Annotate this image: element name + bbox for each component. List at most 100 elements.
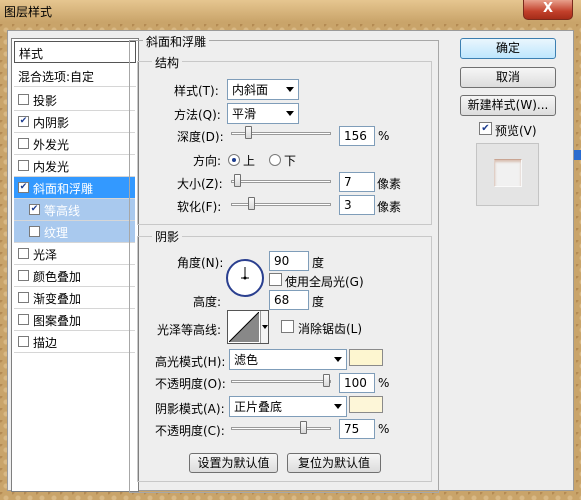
highlight-opacity-thumb[interactable] [323,374,330,387]
style-item-checkbox[interactable] [18,292,29,303]
direction-up-radio[interactable] [228,154,240,166]
style-label: 样式(T): [174,84,219,98]
highlight-opacity-track[interactable] [231,380,331,383]
style-select-value: 内斜面 [232,83,269,97]
shadow-opacity-unit: % [378,422,390,436]
depth-label: 深度(D): [177,130,224,144]
ok-button[interactable]: 确定 [460,38,556,59]
preview-checkbox[interactable]: ✔ [479,122,492,135]
style-item-8[interactable]: 颜色叠加 [14,265,135,287]
new-style-button[interactable]: 新建样式(W)... [460,95,556,116]
style-item-6[interactable]: 纹理 [14,221,135,243]
chevron-down-icon [334,357,342,362]
gloss-contour-label: 光泽等高线: [157,323,222,337]
shadow-mode-select[interactable]: 正片叠底 [229,396,347,417]
soften-unit: 像素 [377,200,402,214]
style-select[interactable]: 内斜面 [227,79,299,100]
contour-dropdown[interactable] [260,311,268,343]
style-item-3[interactable]: 内发光 [14,155,135,177]
style-item-label: 投影 [33,94,58,108]
styles-header-label: 样式 [19,47,44,61]
title-bar[interactable] [0,0,581,22]
shadow-mode-value: 正片叠底 [234,400,283,414]
style-item-checkbox[interactable] [18,270,29,281]
angle-dial[interactable] [225,258,265,298]
style-item-2[interactable]: 外发光 [14,133,135,155]
style-item-7[interactable]: 光泽 [14,243,135,265]
shadow-opacity-track[interactable] [231,427,331,430]
style-item-0[interactable]: 投影 [14,89,135,111]
make-default-button[interactable]: 设置为默认值 [189,453,278,473]
cancel-button[interactable]: 取消 [460,67,556,88]
highlight-mode-select[interactable]: 滤色 [229,349,347,370]
soften-label: 软化(F): [177,200,222,214]
style-item-11[interactable]: 描边 [14,331,135,353]
style-item-label: 纹理 [44,226,69,240]
technique-select[interactable]: 平滑 [227,103,299,124]
angle-label: 角度(N): [177,256,224,270]
close-button[interactable]: X [523,0,573,20]
style-item-checkbox[interactable] [18,248,29,259]
shadow-opacity-label: 不透明度(C): [155,424,225,438]
style-item-checkbox[interactable] [18,138,29,149]
style-item-label: 描边 [33,336,58,350]
altitude-unit: 度 [312,295,325,309]
size-input[interactable]: 7 [339,172,375,192]
style-item-1[interactable]: ✔ 内阴影 [14,111,135,133]
styles-list-panel: 样式 混合选项:自定 投影 ✔ 内阴影 外发光内发光 ✔ 斜面和浮雕 ✔ 等高线纹理光泽 颜色叠… [11,38,139,492]
shadow-color-swatch[interactable] [349,396,383,413]
shadow-opacity-input[interactable]: 75 [339,419,375,439]
bevel-section-title: 斜面和浮雕 [143,33,210,50]
size-unit: 像素 [377,177,402,191]
style-item-label: 斜面和浮雕 [33,182,94,196]
technique-select-value: 平滑 [232,107,257,121]
style-item-label: 图案叠加 [33,314,82,328]
soften-input[interactable]: 3 [339,195,375,215]
style-item-label: 渐变叠加 [33,292,82,306]
styles-header[interactable]: 样式 [14,41,136,63]
shadow-opacity-thumb[interactable] [300,421,307,434]
blend-options-label: 混合选项:自定 [18,70,95,84]
highlight-color-swatch[interactable] [349,349,383,366]
check-icon: ✔ [481,123,490,134]
style-item-5[interactable]: ✔ 等高线 [14,199,135,221]
size-slider-track[interactable] [231,180,331,183]
highlight-opacity-input[interactable]: 100 [339,373,375,393]
chevron-down-icon [262,325,268,329]
shadow-mode-label: 阴影模式(A): [155,402,225,416]
style-item-9[interactable]: 渐变叠加 [14,287,135,309]
depth-unit: % [378,129,390,143]
style-item-10[interactable]: 图案叠加 [14,309,135,331]
direction-up-label: 上 [243,154,256,168]
soften-slider-track[interactable] [231,203,331,206]
style-item-checkbox[interactable] [18,160,29,171]
depth-input[interactable]: 156 [339,126,375,146]
style-item-checkbox[interactable] [29,226,40,237]
depth-slider-thumb[interactable] [245,126,253,139]
blend-options-item[interactable]: 混合选项:自定 [14,65,136,87]
size-slider-thumb[interactable] [233,174,241,187]
angle-input[interactable]: 90 [269,251,309,271]
direction-down-radio[interactable] [269,154,281,166]
altitude-input[interactable]: 68 [269,290,309,310]
gloss-contour-picker[interactable] [227,310,269,344]
style-item-checkbox[interactable]: ✔ [18,182,29,193]
style-item-checkbox[interactable] [18,336,29,347]
chevron-down-icon [286,111,294,116]
soften-slider-thumb[interactable] [247,197,255,210]
global-light-checkbox[interactable] [269,273,282,286]
structure-title: 结构 [152,54,183,71]
style-item-checkbox[interactable] [18,314,29,325]
size-label: 大小(Z): [177,177,223,191]
antialias-checkbox[interactable] [281,320,294,333]
direction-label: 方向: [193,154,222,168]
style-item-4[interactable]: ✔ 斜面和浮雕 [14,177,135,199]
style-item-label: 等高线 [44,204,81,218]
style-item-checkbox[interactable]: ✔ [18,116,29,127]
style-item-checkbox[interactable] [18,94,29,105]
style-item-label: 内发光 [33,160,70,174]
chevron-down-icon [286,87,294,92]
style-item-checkbox[interactable]: ✔ [29,204,40,215]
reset-default-button[interactable]: 复位为默认值 [287,453,381,473]
window-title: 图层样式 [4,5,53,19]
